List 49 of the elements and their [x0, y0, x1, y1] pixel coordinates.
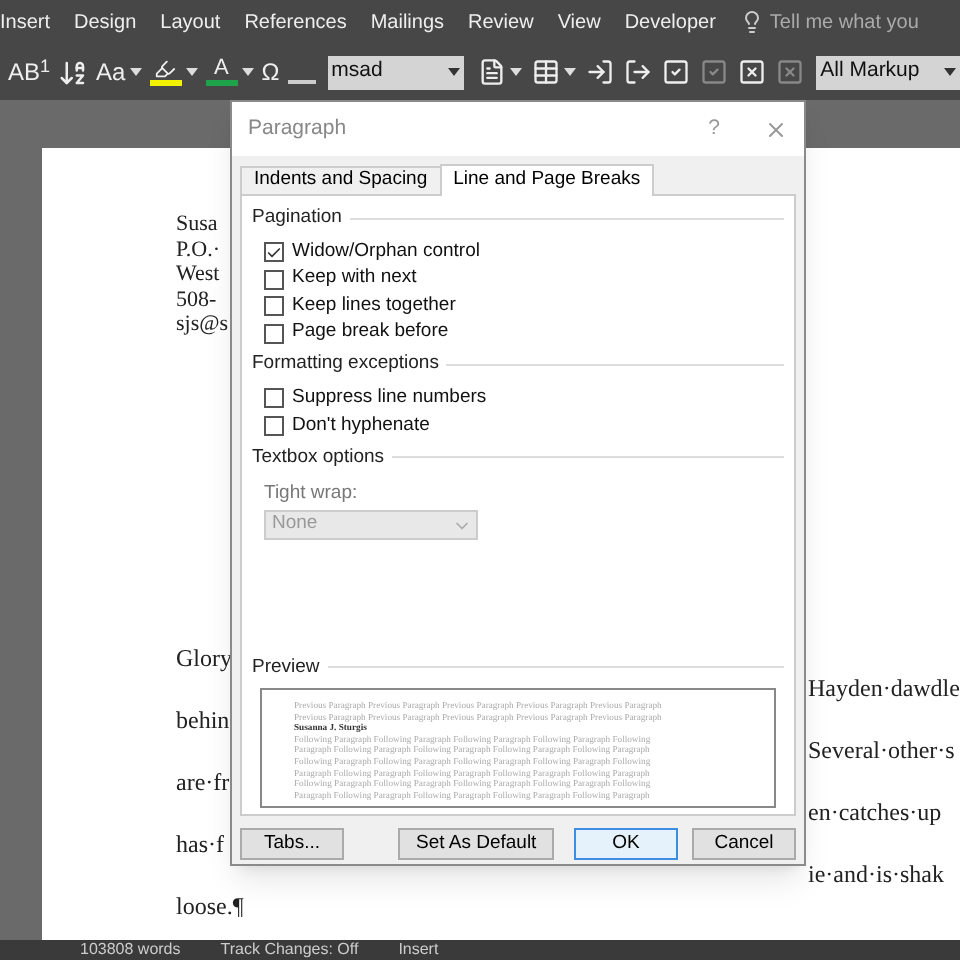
- ribbon-tab[interactable]: Layout: [160, 7, 221, 37]
- checkbox-label: Keep lines together: [292, 291, 456, 320]
- body-text: behin: [176, 703, 230, 737]
- dialog-button[interactable]: OK: [574, 828, 678, 860]
- body-text: Hayden·dawdle: [808, 672, 960, 706]
- ribbon-tab[interactable]: References: [244, 7, 347, 37]
- ribbon-tab[interactable]: Review: [468, 7, 534, 37]
- toolbar-glyph[interactable]: Aa: [96, 54, 126, 90]
- address-line: West: [176, 262, 220, 287]
- status-text: 103808 words: [80, 942, 181, 958]
- dialog-button[interactable]: Set As Default: [398, 828, 555, 860]
- ribbon-tab[interactable]: Insert: [0, 7, 51, 37]
- address-line: P.O.·: [176, 237, 221, 262]
- body-text: loose.¶: [176, 889, 244, 923]
- dialog-button[interactable]: Cancel: [692, 828, 796, 860]
- font-color-button[interactable]: A: [214, 58, 229, 80]
- status-text: Track Changes: Off: [220, 942, 359, 958]
- section-title: Pagination: [252, 204, 342, 232]
- ribbon-tab[interactable]: Developer: [624, 7, 716, 37]
- body-text: are·fr: [176, 765, 230, 799]
- body-text: has·f: [176, 827, 224, 861]
- body-text: en·catches·up: [808, 796, 944, 830]
- section-title: Textbox options: [252, 443, 385, 471]
- body-text: ie·and·is·shak: [808, 858, 946, 892]
- checkbox-label: Keep with next: [292, 264, 417, 293]
- address-line: Susa: [176, 212, 218, 237]
- checkbox-label: Don't hyphenate: [292, 411, 430, 440]
- body-text: Glory: [176, 641, 232, 675]
- dialog-button[interactable]: Tabs...: [240, 828, 344, 860]
- tell-me-field[interactable]: Tell me what you: [769, 7, 938, 37]
- checkbox-label: Widow/Orphan control: [292, 237, 480, 266]
- checkbox-label: Page break before: [292, 318, 449, 347]
- status-text: Insert: [398, 942, 439, 958]
- address-line: sjs@s: [176, 312, 229, 337]
- section-title: Formatting exceptions: [252, 350, 439, 379]
- font-dropdown[interactable]: msad: [327, 55, 464, 89]
- markup-dropdown[interactable]: All Markup: [816, 55, 960, 89]
- dialog-tab[interactable]: Line and Page Breaks: [439, 164, 655, 196]
- field-label: Tight wrap:: [264, 479, 360, 508]
- section-title: Preview: [252, 653, 320, 682]
- checkbox-label: Suppress line numbers: [292, 384, 487, 413]
- ribbon-tab[interactable]: Design: [74, 7, 137, 37]
- address-line: 508-: [176, 287, 217, 312]
- toolbar-glyph[interactable]: AB$^{1}$: [8, 54, 51, 90]
- dialog-title: Paragraph: [248, 113, 347, 144]
- toolbar-glyph[interactable]: Ω: [261, 54, 280, 90]
- ribbon-tab[interactable]: Mailings: [370, 7, 445, 37]
- ribbon-tab[interactable]: View: [557, 7, 601, 37]
- body-text: Several·other·s: [808, 734, 957, 768]
